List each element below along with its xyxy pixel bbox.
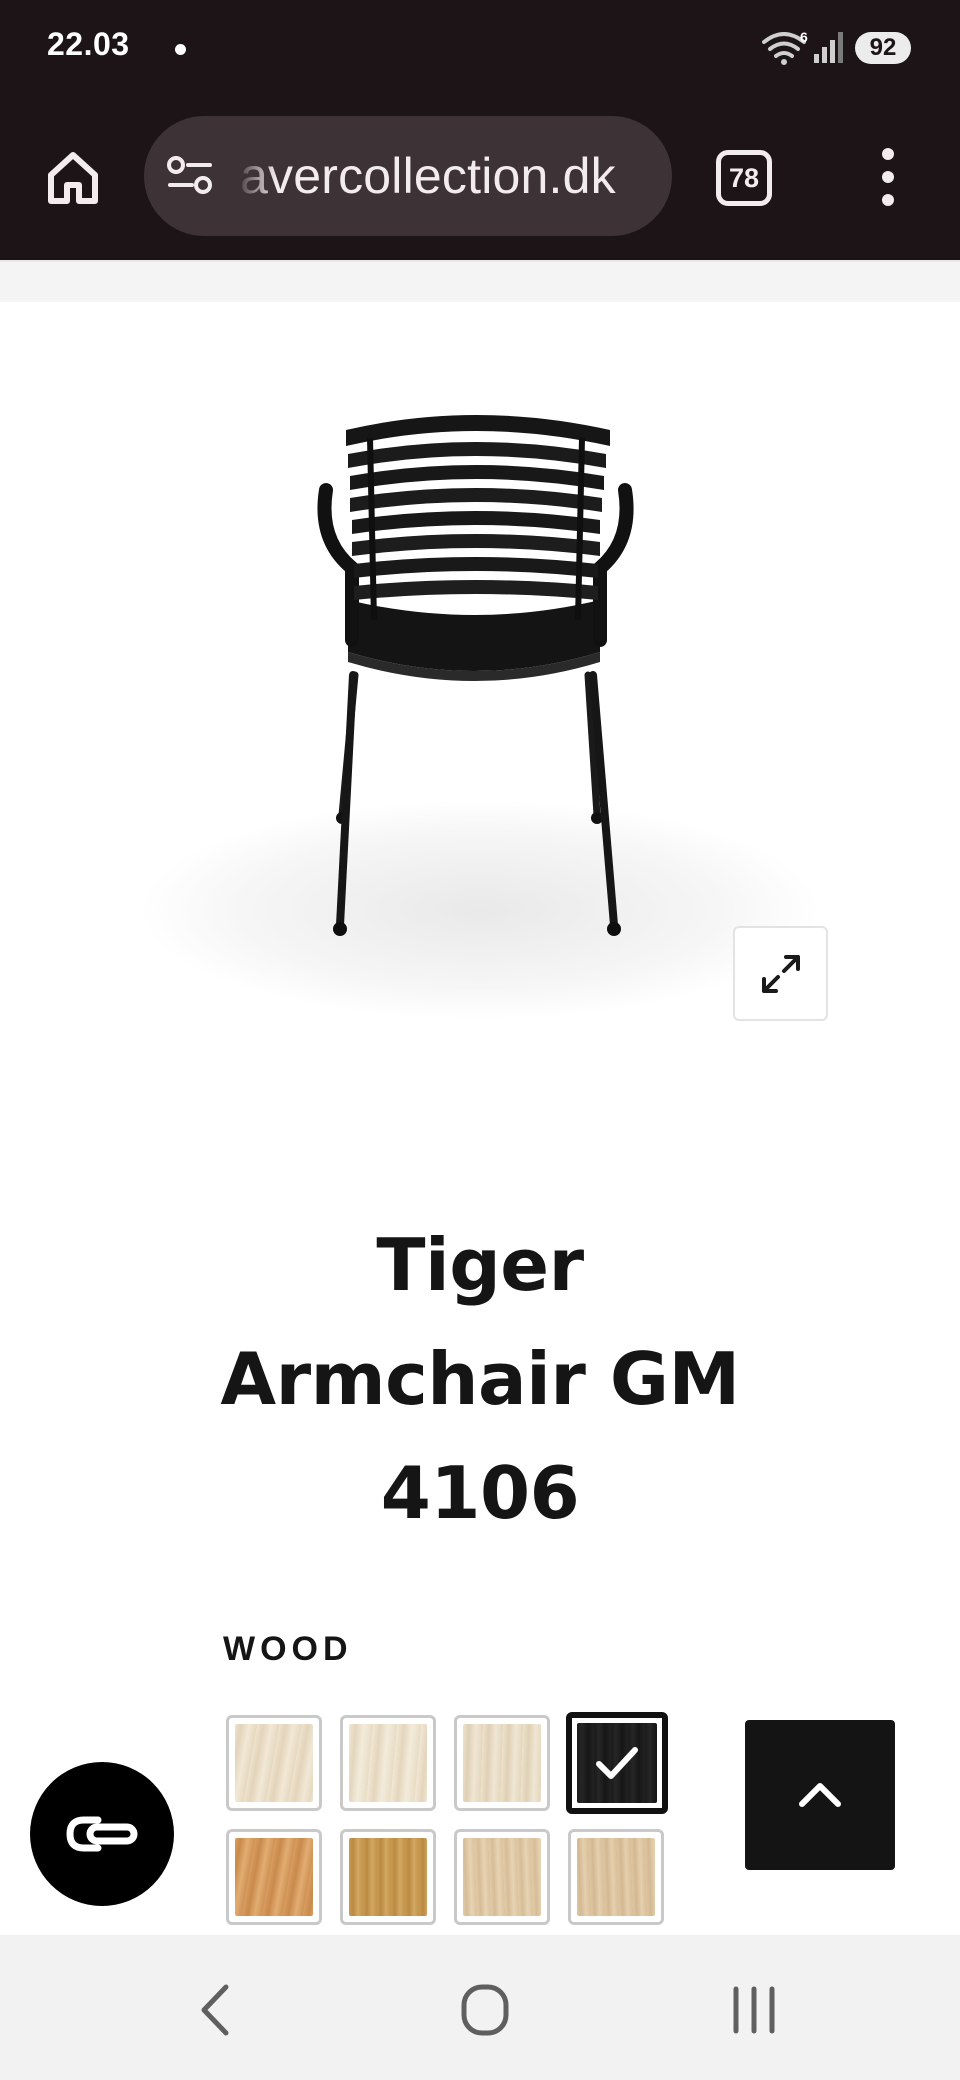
system-nav-bar — [0, 1935, 960, 2080]
product-title-line: 4106 — [380, 1451, 580, 1535]
home-button[interactable] — [40, 144, 106, 210]
home-circle-icon[interactable] — [460, 1983, 510, 2037]
swatch-oak[interactable] — [340, 1829, 436, 1925]
swatch-light-wood-1[interactable] — [226, 1715, 322, 1811]
product-title-line: Armchair GM — [220, 1337, 740, 1421]
swatch-light-oak-1[interactable] — [454, 1829, 550, 1925]
swatch-fill — [235, 1724, 313, 1802]
notification-dot-icon — [175, 44, 186, 55]
home-icon — [48, 152, 98, 204]
status-time: 22.03 — [47, 26, 130, 62]
wifi-icon: 6 — [762, 30, 808, 65]
more-menu-button[interactable] — [868, 144, 908, 210]
product-image[interactable] — [130, 390, 830, 1050]
back-chevron-icon[interactable] — [196, 1983, 236, 2037]
swatch-light-oak-2[interactable] — [568, 1829, 664, 1925]
chat-button[interactable] — [30, 1762, 174, 1906]
swatch-fill — [463, 1838, 541, 1916]
url-fade — [236, 116, 276, 236]
status-bar: 22.03 6 92 — [0, 0, 960, 100]
swatch-light-wood-2[interactable] — [340, 1715, 436, 1811]
tune-icon[interactable] — [166, 154, 214, 198]
chat-link-icon — [66, 1816, 138, 1852]
expand-arrows-icon — [761, 954, 800, 993]
product-title-line: Tiger — [376, 1223, 584, 1307]
url-bar[interactable]: avercollection.dk — [144, 116, 672, 236]
swatch-fill — [463, 1724, 541, 1802]
swatch-teak[interactable] — [226, 1829, 322, 1925]
page-top-band — [0, 260, 960, 302]
scroll-to-top-button[interactable] — [745, 1720, 895, 1870]
expand-image-button[interactable] — [733, 926, 828, 1021]
battery-indicator: 92 — [855, 32, 911, 64]
browser-toolbar: avercollection.dk 78 — [0, 100, 960, 260]
more-vert-icon — [882, 148, 894, 160]
tabs-button[interactable]: 78 — [716, 150, 772, 206]
chevron-up-icon — [799, 1783, 841, 1807]
product-title: Tiger Armchair GM 4106 — [180, 1208, 780, 1550]
signal-icon — [814, 32, 843, 63]
swatch-fill — [349, 1838, 427, 1916]
url-text[interactable]: avercollection.dk — [240, 146, 660, 206]
wood-option-label: WOOD — [223, 1630, 353, 1668]
swatch-fill — [235, 1838, 313, 1916]
wood-swatch-grid — [223, 1712, 673, 1932]
swatch-black-wood[interactable] — [566, 1712, 668, 1814]
selected-check-icon — [572, 1718, 662, 1808]
swatch-light-wood-3[interactable] — [454, 1715, 550, 1811]
swatch-fill — [349, 1724, 427, 1802]
recents-icon[interactable] — [730, 1985, 778, 2035]
network-badge: 6 — [800, 30, 808, 45]
swatch-fill — [577, 1838, 655, 1916]
